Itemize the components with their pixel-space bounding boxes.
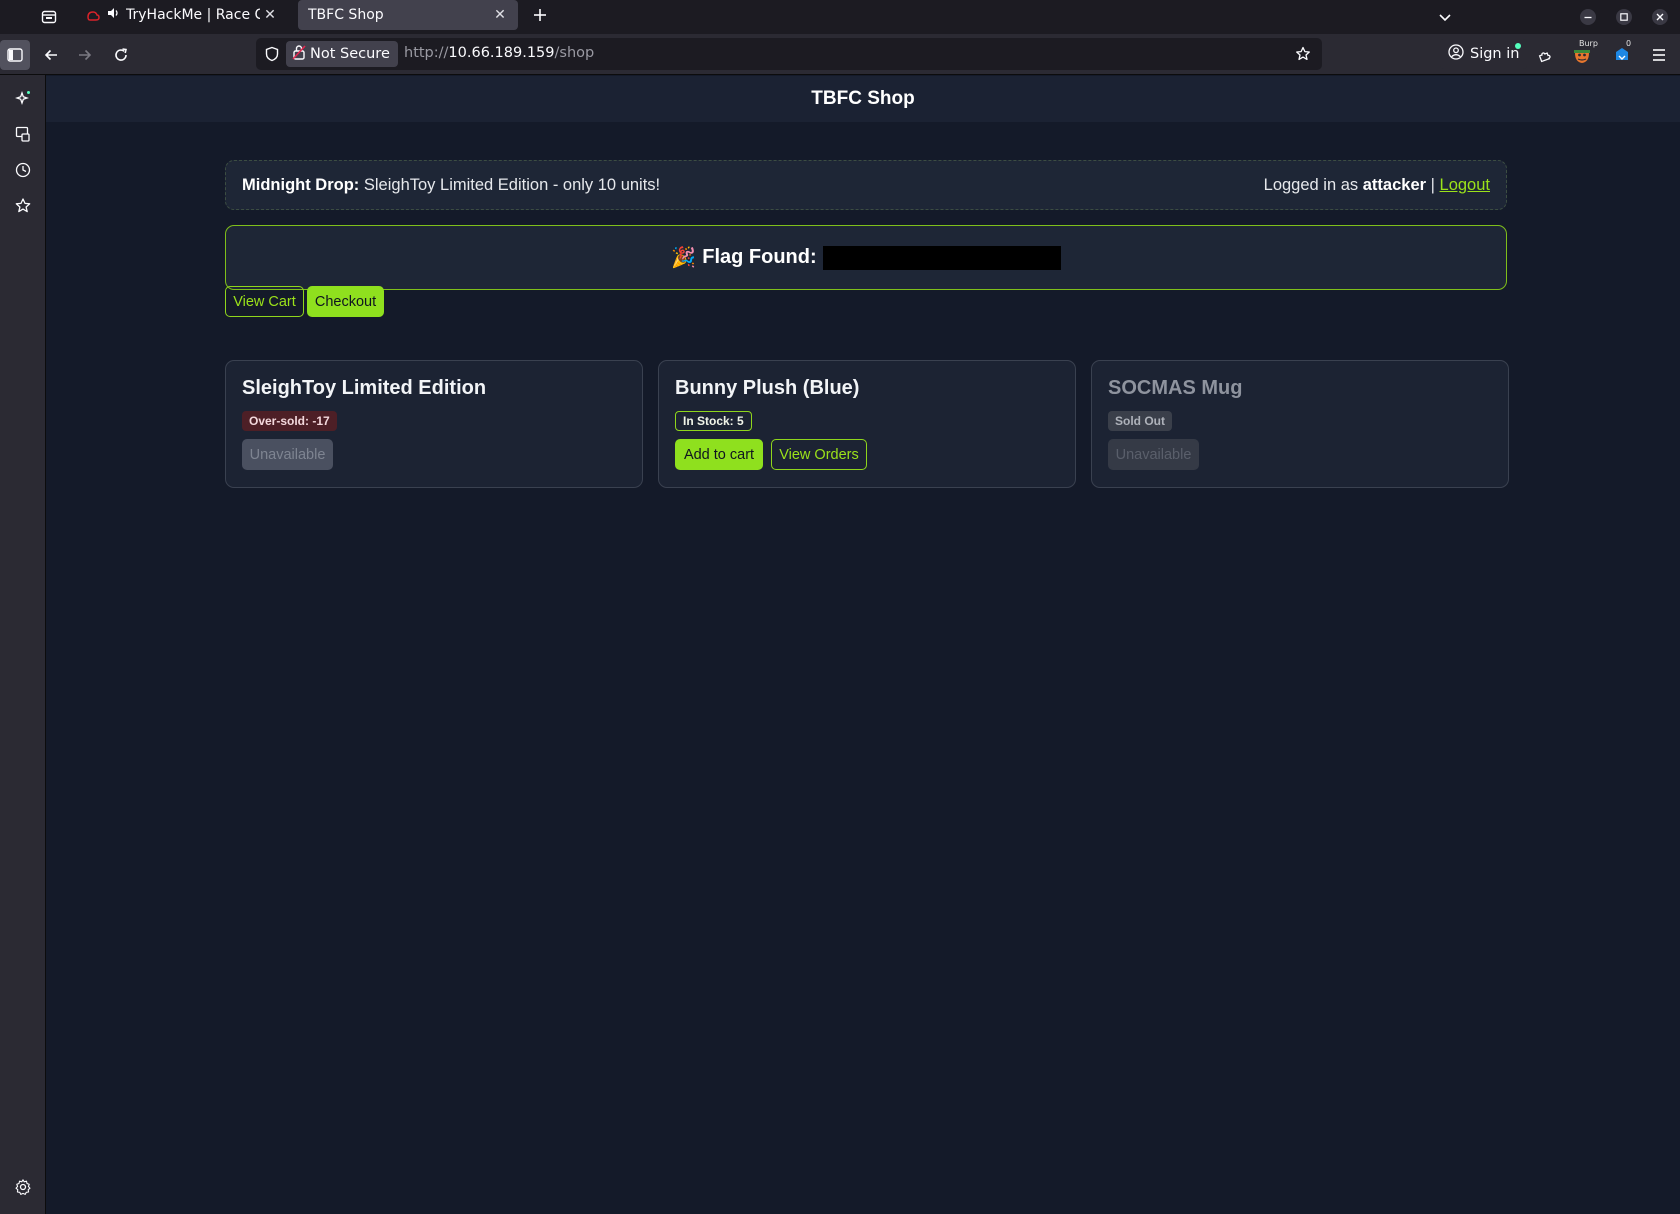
extension-count-badge: 0 <box>1626 39 1632 48</box>
settings-gear-icon[interactable] <box>8 1172 38 1202</box>
insecure-lock-icon <box>292 44 306 64</box>
logout-link[interactable]: Logout <box>1440 176 1490 194</box>
in-stock-badge: In Stock: 5 <box>675 411 752 431</box>
view-cart-button[interactable]: View Cart <box>225 286 304 317</box>
tab-title: TryHackMe | Race Cor <box>126 7 260 23</box>
not-secure-label: Not Secure <box>310 46 390 62</box>
browser-sidebar <box>0 75 46 1214</box>
forward-icon[interactable] <box>70 40 100 70</box>
product-card-socmas-mug: SOCMAS Mug Sold Out Unavailable <box>1091 360 1509 488</box>
speaker-icon[interactable] <box>106 6 120 24</box>
product-card-sleightoy: SleighToy Limited Edition Over-sold: -17… <box>225 360 643 488</box>
drop-label: Midnight Drop: <box>242 175 360 194</box>
sign-in-button[interactable]: Sign in <box>1440 39 1528 69</box>
flag-found-box: 🎉 Flag Found: <box>225 225 1507 290</box>
bookmark-star-icon[interactable] <box>1292 43 1314 65</box>
close-window-icon[interactable] <box>1647 4 1673 30</box>
url-prefix: http:// <box>404 45 449 61</box>
product-name: SOCMAS Mug <box>1108 377 1243 399</box>
product-name: SleighToy Limited Edition <box>242 377 487 399</box>
burp-badge: Burp <box>1579 39 1598 48</box>
flag-label: Flag Found: <box>702 246 817 268</box>
tab-tbfc-shop[interactable]: TBFC Shop ✕ <box>298 0 518 30</box>
party-popper-icon: 🎉 <box>671 247 697 269</box>
not-secure-indicator[interactable]: Not Secure <box>286 41 398 67</box>
product-card-bunny-plush: Bunny Plush (Blue) In Stock: 5 Add to ca… <box>658 360 1076 488</box>
logged-in-prefix: Logged in as <box>1263 175 1359 194</box>
drop-text: SleighToy Limited Edition - only 10 unit… <box>363 175 661 194</box>
synced-tabs-icon[interactable] <box>8 119 38 149</box>
menu-hamburger-icon[interactable] <box>1644 40 1674 70</box>
drop-announcement: Midnight Drop: SleighToy Limited Edition… <box>242 176 660 195</box>
history-clock-icon[interactable] <box>8 155 38 185</box>
site-header: TBFC Shop <box>46 76 1680 122</box>
url-host: 10.66.189.159 <box>448 45 555 61</box>
tab-tryhackme[interactable]: TryHackMe | Race Cor ✕ <box>76 0 288 30</box>
minimize-icon[interactable] <box>1575 4 1601 30</box>
ai-chatbot-icon[interactable] <box>8 83 38 113</box>
account-icon <box>1448 44 1464 64</box>
foxyproxy-extension-icon[interactable]: 0 <box>1607 39 1637 70</box>
reload-icon[interactable] <box>106 40 136 70</box>
view-orders-button[interactable]: View Orders <box>771 439 867 470</box>
unavailable-button[interactable]: Unavailable <box>242 439 333 470</box>
bookmarks-star-icon[interactable] <box>8 191 38 221</box>
sidebar-toggle-icon[interactable] <box>0 40 30 70</box>
navigation-toolbar: Not Secure http://10.66.189.159/shop Sig… <box>0 34 1680 75</box>
session-info: Logged in as attacker | Logout <box>1264 176 1490 195</box>
site-title: TBFC Shop <box>811 88 915 109</box>
extensions-puzzle-icon[interactable] <box>1530 40 1560 70</box>
oversold-badge: Over-sold: -17 <box>242 411 337 431</box>
product-name: Bunny Plush (Blue) <box>675 377 860 399</box>
url-text[interactable]: http://10.66.189.159/shop <box>404 45 594 61</box>
notification-dot <box>1515 43 1522 49</box>
maximize-icon[interactable] <box>1611 4 1637 30</box>
burp-extension-icon[interactable]: Burp <box>1567 39 1598 70</box>
url-path: /shop <box>554 45 595 61</box>
shield-icon[interactable] <box>262 44 282 64</box>
unavailable-button[interactable]: Unavailable <box>1108 439 1199 470</box>
close-tab-icon[interactable]: ✕ <box>490 7 510 23</box>
back-icon[interactable] <box>36 40 66 70</box>
close-tab-icon[interactable]: ✕ <box>260 7 280 23</box>
checkout-button[interactable]: Checkout <box>307 286 384 317</box>
chevron-down-icon[interactable] <box>1432 4 1458 30</box>
web-page: TBFC Shop Midnight Drop: SleighToy Limit… <box>46 76 1680 1214</box>
sign-in-label: Sign in <box>1470 46 1520 62</box>
add-to-cart-button[interactable]: Add to cart <box>675 439 763 470</box>
new-tab-button[interactable] <box>528 3 552 27</box>
midnight-drop-banner: Midnight Drop: SleighToy Limited Edition… <box>225 160 1507 210</box>
tab-title: TBFC Shop <box>308 7 384 23</box>
username: attacker <box>1362 175 1427 194</box>
sold-out-badge: Sold Out <box>1108 411 1172 431</box>
tryhackme-favicon-icon <box>86 8 100 22</box>
redacted-flag-value <box>822 245 1061 270</box>
firefox-view-icon[interactable] <box>36 4 62 30</box>
url-bar[interactable]: Not Secure http://10.66.189.159/shop <box>256 38 1322 70</box>
tab-strip: TryHackMe | Race Cor ✕ TBFC Shop ✕ <box>0 0 1680 34</box>
separator: | <box>1430 175 1435 194</box>
